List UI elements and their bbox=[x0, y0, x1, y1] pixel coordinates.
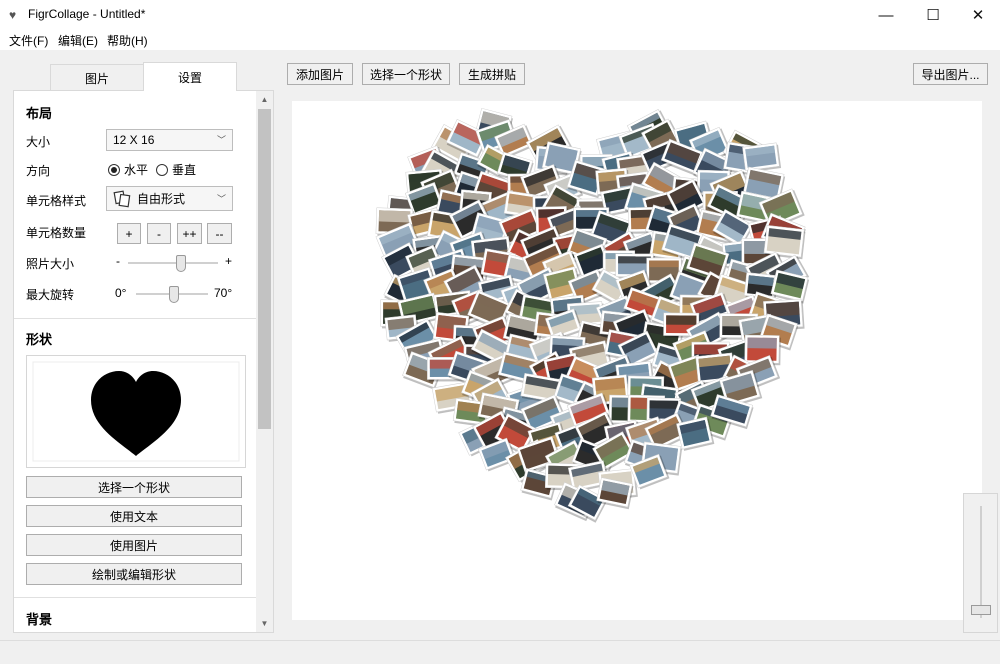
photo-size-slider[interactable] bbox=[128, 254, 218, 272]
zoom-thumb[interactable] bbox=[971, 605, 991, 616]
choose-shape-toolbar-button[interactable]: 选择一个形状 bbox=[362, 63, 450, 85]
title-bar: ♥ FigrCollage - Untitled* — ☐ ✕ bbox=[0, 0, 1000, 30]
slider-thumb[interactable] bbox=[176, 255, 186, 272]
scroll-down-icon[interactable]: ▼ bbox=[256, 615, 273, 632]
status-bar bbox=[0, 640, 1000, 664]
scroll-up-icon[interactable]: ▲ bbox=[256, 91, 273, 108]
menu-bar: 文件(F) 编辑(E) 帮助(H) bbox=[0, 30, 1000, 50]
rotation-min-label: 0° bbox=[115, 286, 127, 300]
cell-count-label: 单元格数量 bbox=[26, 226, 87, 240]
zoom-slider[interactable] bbox=[963, 493, 998, 633]
cell-count-minus-button[interactable]: - bbox=[147, 223, 171, 244]
choose-shape-button[interactable]: 选择一个形状 bbox=[26, 476, 242, 498]
window-title: FigrCollage - Untitled* bbox=[28, 7, 146, 21]
slider-track bbox=[128, 262, 218, 264]
zoom-track bbox=[980, 506, 982, 618]
chevron-down-icon: ﹀ bbox=[216, 194, 226, 204]
tab-images[interactable]: 图片 bbox=[50, 64, 144, 92]
heart-collage bbox=[375, 107, 810, 523]
max-rotation-slider[interactable] bbox=[136, 285, 208, 303]
size-label: 大小 bbox=[26, 135, 51, 149]
orientation-label: 方向 bbox=[26, 164, 51, 178]
cell-count-plus-button[interactable]: + bbox=[117, 223, 141, 244]
collage-photo bbox=[763, 225, 806, 260]
use-image-button[interactable]: 使用图片 bbox=[26, 534, 242, 556]
panel-scrollbar[interactable]: ▲ ▼ bbox=[256, 91, 273, 632]
collage-canvas[interactable] bbox=[292, 101, 982, 620]
export-image-button[interactable]: 导出图片... bbox=[913, 63, 988, 85]
orientation-vertical-label: 垂直 bbox=[172, 163, 197, 177]
cell-count-plus-plus-button[interactable]: ++ bbox=[177, 223, 202, 244]
close-button[interactable]: ✕ bbox=[955, 0, 1000, 30]
photo-size-label: 照片大小 bbox=[26, 257, 75, 271]
orientation-horizontal-label: 水平 bbox=[124, 163, 149, 177]
radio-dot bbox=[108, 163, 120, 176]
slider-thumb[interactable] bbox=[168, 286, 179, 303]
freeform-cells-icon bbox=[113, 190, 131, 208]
use-text-button[interactable]: 使用文本 bbox=[26, 505, 242, 527]
background-section-title: 背景 bbox=[26, 612, 53, 627]
draw-edit-shape-button[interactable]: 绘制或编辑形状 bbox=[26, 563, 242, 585]
menu-help[interactable]: 帮助(H) bbox=[107, 32, 148, 49]
cell-style-value: 自由形式 bbox=[137, 192, 186, 206]
size-value: 12 X 16 bbox=[113, 133, 155, 147]
layout-section-title: 布局 bbox=[26, 106, 53, 121]
tab-settings[interactable]: 设置 bbox=[143, 62, 237, 91]
section-divider bbox=[14, 597, 256, 598]
photo-size-max-label: + bbox=[225, 254, 233, 268]
generate-collage-button[interactable]: 生成拼贴 bbox=[459, 63, 525, 85]
size-select[interactable]: 12 X 16 ﹀ bbox=[106, 129, 233, 151]
orientation-horizontal-radio[interactable]: 水平 bbox=[108, 161, 148, 178]
scrollbar-thumb[interactable] bbox=[258, 109, 271, 429]
cell-style-select[interactable]: 自由形式 ﹀ bbox=[106, 186, 233, 211]
orientation-vertical-radio[interactable]: 垂直 bbox=[156, 161, 196, 178]
add-images-button[interactable]: 添加图片 bbox=[287, 63, 353, 85]
rotation-max-label: 70° bbox=[214, 286, 233, 300]
menu-edit[interactable]: 编辑(E) bbox=[58, 32, 98, 49]
section-divider bbox=[14, 318, 256, 319]
shape-section-title: 形状 bbox=[26, 332, 53, 347]
heart-shape-preview bbox=[32, 361, 240, 462]
radio-dot bbox=[156, 163, 168, 176]
photo-size-min-label: - bbox=[116, 254, 120, 268]
heart-icon: ♥ bbox=[9, 8, 17, 22]
menu-file[interactable]: 文件(F) bbox=[9, 32, 48, 49]
chevron-down-icon: ﹀ bbox=[216, 135, 226, 145]
settings-panel: 布局 大小 12 X 16 ﹀ 方向 水平 垂直 单元格样式 自由形式 ﹀ 单元… bbox=[13, 90, 274, 633]
minimize-button[interactable]: — bbox=[863, 0, 909, 30]
cell-style-label: 单元格样式 bbox=[26, 194, 87, 208]
cell-count-minus-minus-button[interactable]: -- bbox=[207, 223, 232, 244]
shape-preview bbox=[26, 355, 246, 468]
max-rotation-label: 最大旋转 bbox=[26, 288, 75, 302]
maximize-button[interactable]: ☐ bbox=[910, 0, 956, 30]
